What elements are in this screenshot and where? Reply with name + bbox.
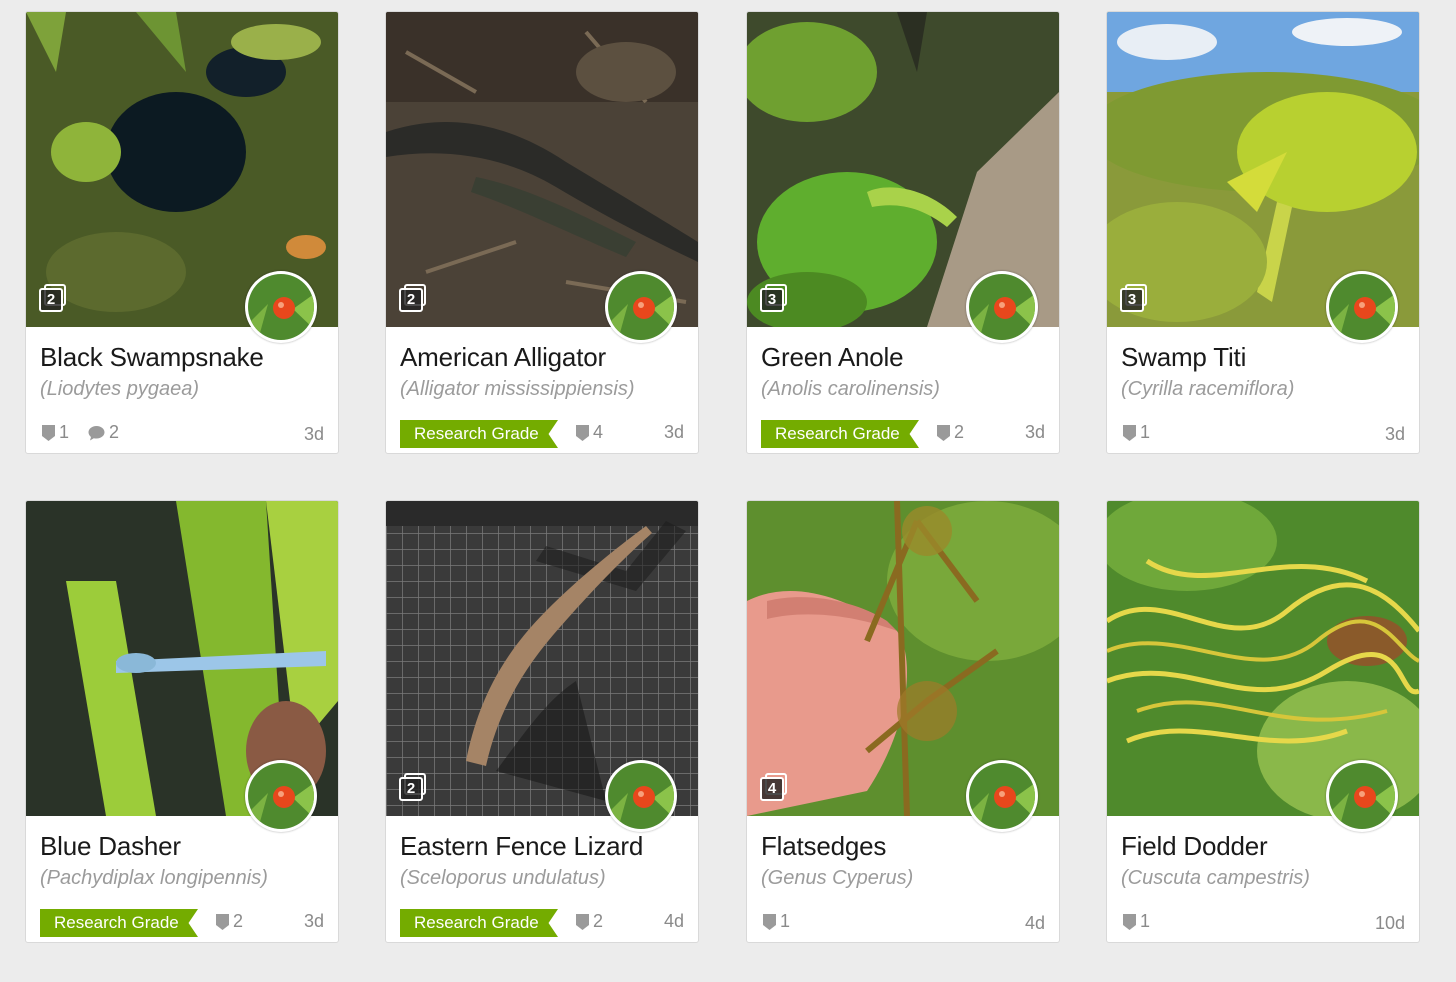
time-ago: 3d bbox=[303, 424, 324, 444]
observation-meta: Research Grade 2 3d bbox=[40, 909, 324, 941]
scientific-name: (Cyrilla racemiflora) bbox=[1121, 378, 1295, 400]
common-name[interactable]: Green Anole bbox=[761, 342, 1049, 373]
common-name[interactable]: Swamp Titi bbox=[1121, 342, 1409, 373]
common-name[interactable]: Flatsedges bbox=[761, 831, 1049, 862]
avatar-image bbox=[608, 274, 674, 340]
observation-grid: 2 Black Swampsnake (Liodytes pygaea) 1 2… bbox=[0, 0, 1456, 982]
observation-meta: 1 3d bbox=[1121, 420, 1405, 452]
scientific-name: (Cuscuta campestris) bbox=[1121, 867, 1310, 889]
identification-icon bbox=[937, 425, 950, 441]
common-name[interactable]: Black Swampsnake bbox=[40, 342, 328, 373]
avatar-image bbox=[1329, 274, 1395, 340]
observation-meta: 1 2 3d bbox=[40, 420, 324, 452]
identification-count: 4 bbox=[576, 422, 603, 442]
identification-icon bbox=[763, 914, 776, 930]
identification-count: 2 bbox=[937, 422, 964, 442]
avatar-image bbox=[969, 763, 1035, 829]
observer-avatar[interactable] bbox=[245, 760, 317, 832]
photo-count-badge: 4 bbox=[760, 773, 787, 801]
common-name[interactable]: Eastern Fence Lizard bbox=[400, 831, 688, 862]
observation-card-field-dodder[interactable]: Field Dodder (Cuscuta campestris) 1 10d bbox=[1106, 500, 1420, 943]
common-name[interactable]: American Alligator bbox=[400, 342, 688, 373]
observation-meta: Research Grade 2 3d bbox=[761, 420, 1045, 452]
scientific-name: (Anolis carolinensis) bbox=[761, 378, 940, 400]
research-grade-badge: Research Grade bbox=[400, 420, 558, 448]
observer-avatar[interactable] bbox=[605, 760, 677, 832]
identification-icon bbox=[576, 425, 589, 441]
observation-meta: 1 10d bbox=[1121, 909, 1405, 941]
observation-card-blue-dasher[interactable]: Blue Dasher (Pachydiplax longipennis) Re… bbox=[25, 500, 339, 943]
photo-count-badge: 3 bbox=[760, 284, 787, 312]
photo-count-badge: 2 bbox=[399, 284, 426, 312]
avatar-image bbox=[1329, 763, 1395, 829]
identification-icon bbox=[576, 914, 589, 930]
observation-meta: Research Grade 2 4d bbox=[400, 909, 684, 941]
scientific-name: (Pachydiplax longipennis) bbox=[40, 867, 268, 889]
identification-icon bbox=[42, 425, 55, 441]
time-ago: 10d bbox=[1374, 913, 1405, 933]
time-ago: 3d bbox=[663, 422, 684, 442]
observer-avatar[interactable] bbox=[1326, 760, 1398, 832]
time-ago: 3d bbox=[303, 911, 324, 931]
observer-avatar[interactable] bbox=[1326, 271, 1398, 343]
identification-count: 1 bbox=[1123, 422, 1150, 442]
time-ago: 4d bbox=[1024, 913, 1045, 933]
common-name[interactable]: Blue Dasher bbox=[40, 831, 328, 862]
research-grade-badge: Research Grade bbox=[761, 420, 919, 448]
identification-count: 1 bbox=[42, 422, 69, 442]
scientific-name: (Liodytes pygaea) bbox=[40, 378, 199, 400]
time-ago: 3d bbox=[1024, 422, 1045, 442]
observation-meta: 1 4d bbox=[761, 909, 1045, 941]
research-grade-badge: Research Grade bbox=[40, 909, 198, 937]
time-ago: 4d bbox=[663, 911, 684, 931]
avatar-image bbox=[608, 763, 674, 829]
observation-card-swamp-titi[interactable]: 3 Swamp Titi (Cyrilla racemiflora) 1 3d bbox=[1106, 11, 1420, 454]
photo-count-badge: 2 bbox=[39, 284, 66, 312]
observer-avatar[interactable] bbox=[245, 271, 317, 343]
scientific-name: (Genus Cyperus) bbox=[761, 867, 914, 889]
identification-icon bbox=[1123, 914, 1136, 930]
observation-card-flatsedges[interactable]: 4 Flatsedges (Genus Cyperus) 1 4d bbox=[746, 500, 1060, 943]
observer-avatar[interactable] bbox=[966, 760, 1038, 832]
research-grade-badge: Research Grade bbox=[400, 909, 558, 937]
avatar-image bbox=[969, 274, 1035, 340]
photo-count-badge: 3 bbox=[1120, 284, 1147, 312]
observation-card-eastern-fence-lizard[interactable]: 2 Eastern Fence Lizard (Sceloporus undul… bbox=[385, 500, 699, 943]
identification-count: 2 bbox=[216, 911, 243, 931]
photo-count-badge: 2 bbox=[399, 773, 426, 801]
observer-avatar[interactable] bbox=[966, 271, 1038, 343]
comment-icon bbox=[88, 426, 105, 441]
time-ago: 3d bbox=[1384, 424, 1405, 444]
identification-count: 1 bbox=[763, 911, 790, 931]
observer-avatar[interactable] bbox=[605, 271, 677, 343]
identification-icon bbox=[216, 914, 229, 930]
observation-meta: Research Grade 4 3d bbox=[400, 420, 684, 452]
observation-card-green-anole[interactable]: 3 Green Anole (Anolis carolinensis) Rese… bbox=[746, 11, 1060, 454]
identification-icon bbox=[1123, 425, 1136, 441]
identification-count: 1 bbox=[1123, 911, 1150, 931]
observation-card-american-alligator[interactable]: 2 American Alligator (Alligator mississi… bbox=[385, 11, 699, 454]
avatar-image bbox=[248, 274, 314, 340]
identification-count: 2 bbox=[576, 911, 603, 931]
scientific-name: (Sceloporus undulatus) bbox=[400, 867, 606, 889]
common-name[interactable]: Field Dodder bbox=[1121, 831, 1409, 862]
comment-count: 2 bbox=[88, 422, 119, 442]
scientific-name: (Alligator mississippiensis) bbox=[400, 378, 635, 400]
observation-card-black-swampsnake[interactable]: 2 Black Swampsnake (Liodytes pygaea) 1 2… bbox=[25, 11, 339, 454]
avatar-image bbox=[248, 763, 314, 829]
